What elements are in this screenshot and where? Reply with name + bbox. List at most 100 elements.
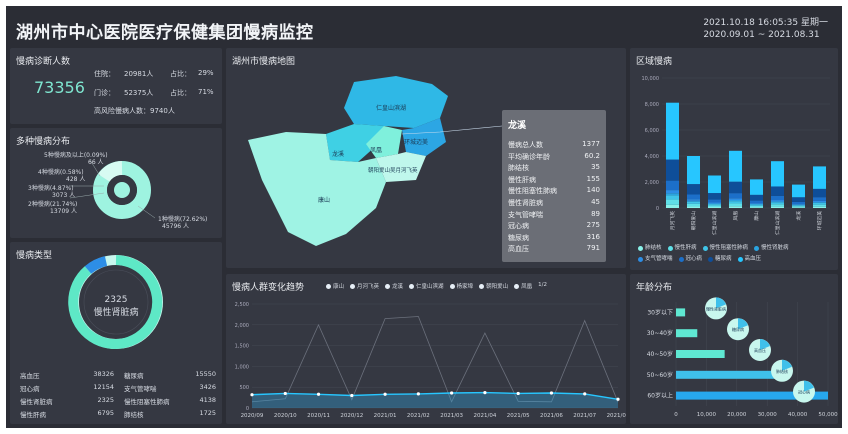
y-tick-label: 1,500 <box>235 344 249 350</box>
high-risk-count: 高风险慢病人数：9740人 <box>94 107 175 115</box>
age-bubble-label: 慢性肾脏病 <box>706 305 726 311</box>
legend-item[interactable]: 糖尿病 <box>708 255 732 264</box>
region-bar-chart: 10,000 8,000 6,000 4,000 2,000 0 月河飞英 朝阳爱山 仁皇山滨湖… <box>642 76 830 235</box>
bar-segment <box>770 202 785 205</box>
bar-segment <box>686 156 701 185</box>
x-tick-label: 2020/12 <box>340 413 363 419</box>
x-tick-label: 0 <box>674 412 678 418</box>
trend-point <box>450 391 454 395</box>
bar-segment <box>728 206 743 208</box>
age-bubble-label: 糖尿病 <box>732 326 744 332</box>
x-tick-label: 仁皇山滨湖 <box>711 211 718 235</box>
legend-dot <box>737 257 743 262</box>
bar-segment <box>749 194 764 201</box>
bar-segment <box>728 198 743 200</box>
bar-segment <box>791 197 806 202</box>
dashboard: 湖州市中心医院医疗保健集团慢病监控 2021.10.18 16:05:35 星期… <box>6 6 842 428</box>
bar-segment <box>686 194 701 200</box>
type-center-label: 慢性肾脏病 <box>93 308 139 318</box>
region-bar-panel: 区域慢病 10,000 8,000 6,000 4,000 2,000 0 月河飞英 朝阳爱山… <box>630 48 838 270</box>
x-tick-label: 2021/02 <box>407 413 430 419</box>
bar-segment <box>707 202 722 204</box>
map-panel: 湖州市慢病地图 仁皇山滨湖 龙溪 凤凰 环城迈美 朝阳爱山吴月河飞英 康山 龙溪… <box>226 48 626 268</box>
bar-segment <box>707 205 722 208</box>
age-bubble-label: 冠心病 <box>798 389 810 395</box>
bar-segment <box>812 188 827 198</box>
donut-inner <box>114 182 130 198</box>
type-row: 慢性肝病 6795 肺结核 1725 <box>20 409 216 419</box>
legend-item[interactable]: 高血压 <box>737 255 762 264</box>
inpatient-ratio-label: 占比： <box>170 70 191 78</box>
bar-segment <box>749 205 764 208</box>
age-chart: 0 10,000 20,000 30,000 40,000 50,000 30岁以下 慢性肾脏… <box>647 297 838 418</box>
bar-segment <box>665 190 680 194</box>
x-tick-label: 凤凰 <box>733 211 739 221</box>
legend-dot <box>708 257 714 262</box>
age-group-label: 50~60岁 <box>647 371 673 379</box>
bar-segment <box>812 166 827 189</box>
legend-item[interactable]: 慢性肾脏病 <box>754 244 789 253</box>
current-datetime: 2021.10.18 16:05:35 星期一 <box>703 18 828 28</box>
legend-label: 慢性肝病 <box>674 245 697 251</box>
x-tick-label: 2021/05 <box>507 413 530 419</box>
map-region-renhuangshan[interactable] <box>344 76 448 128</box>
bar-segment <box>665 195 680 200</box>
legend-item[interactable]: 冠心病 <box>678 255 702 264</box>
date-range: 2020.09.01 ~ 2021.08.31 <box>703 30 820 40</box>
tooltip-title: 龙溪 <box>508 121 527 131</box>
bar-segment <box>791 206 806 208</box>
tooltip-row: 支气管哮喘 89 <box>508 209 600 219</box>
bar-segment <box>770 195 785 201</box>
legend-item[interactable]: 慢性阻塞性肺病 <box>702 244 748 253</box>
trend-series-area <box>252 392 618 408</box>
bar-segment <box>665 204 680 208</box>
bar-segment <box>749 203 764 204</box>
y-tick-label: 10,000 <box>642 76 660 82</box>
bar-segment <box>665 159 680 181</box>
inpatient-count: 20981人 <box>124 70 154 78</box>
bar-segment <box>749 207 764 208</box>
x-tick-label: 2021/07 <box>573 413 596 419</box>
legend-item[interactable]: 支气管哮喘 <box>638 255 673 264</box>
bar-segment <box>728 181 743 194</box>
trend-panel: 慢病人群变化趋势 康山 月河飞英 龙溪 仁皇山滨湖 杨家埠 朝阳爱山 凤凰 1/2 2,500… <box>226 274 626 424</box>
age-group-label: 40~50岁 <box>647 350 673 358</box>
region-bar-legend: 肺结核 慢性肝病 慢性阻塞性肺病 慢性肾脏病支气管哮喘 冠心病 糖尿病 高血压 <box>638 244 834 266</box>
bar-segment <box>812 204 827 207</box>
bar-segment <box>686 206 701 208</box>
x-tick-label: 环城迈美 <box>816 211 823 230</box>
legend-dot <box>667 246 673 251</box>
legend-item[interactable]: 肺结核 <box>638 244 662 253</box>
map-tooltip: 龙溪 慢病总人数 1377 平均确诊年龄 60.2 肺结核 35 慢性肝病 155 慢性… <box>502 110 606 262</box>
tooltip-row: 平均确诊年龄 60.2 <box>508 151 600 161</box>
age-bar <box>676 350 725 358</box>
legend-dot <box>638 257 643 262</box>
age-bar <box>676 308 686 317</box>
y-tick-label: 500 <box>239 385 249 391</box>
trend-series-line <box>251 316 619 403</box>
legend-dot <box>754 246 760 251</box>
bar-segment <box>665 193 680 196</box>
tooltip-row: 慢性肾脏病 45 <box>508 197 600 207</box>
legend-item[interactable]: 慢性肝病 <box>667 244 697 253</box>
x-tick-label: 2021/03 <box>440 413 463 419</box>
x-tick-label: 50,000 <box>818 412 838 418</box>
legend-label: 高血压 <box>744 256 762 262</box>
x-tick-label: 30,000 <box>758 412 778 418</box>
bar-segment <box>812 203 827 205</box>
disease-type-panel: 慢病类型 2325 慢性肾脏病 高血压 38326 糖尿病 15550 冠心病 1215… <box>10 242 222 424</box>
page-title: 湖州市中心医院医疗保健集团慢病监控 <box>16 23 314 43</box>
map-label-chaoyang: 朝阳爱山吴月河飞英 <box>368 166 418 174</box>
type-table: 高血压 38326 糖尿病 15550 冠心病 12154 支气管哮喘 3426 慢性肾脏病… <box>20 370 216 422</box>
age-group-label: 60岁以上 <box>647 392 673 400</box>
age-group-label: 30岁以下 <box>647 308 673 316</box>
bar-segment <box>665 180 680 191</box>
age-bubble-label: 肺结核 <box>776 368 788 374</box>
x-tick-label: 2020/11 <box>307 413 330 419</box>
multi-label-1-b: 45796 人 <box>162 223 189 230</box>
type-row: 冠心病 12154 支气管哮喘 3426 <box>20 383 216 393</box>
multi-label-3-b: 3073 人 <box>52 192 76 199</box>
bar-segment <box>749 200 764 204</box>
bar-segment <box>707 175 722 194</box>
multi-label-4-b: 428 人 <box>66 176 86 183</box>
